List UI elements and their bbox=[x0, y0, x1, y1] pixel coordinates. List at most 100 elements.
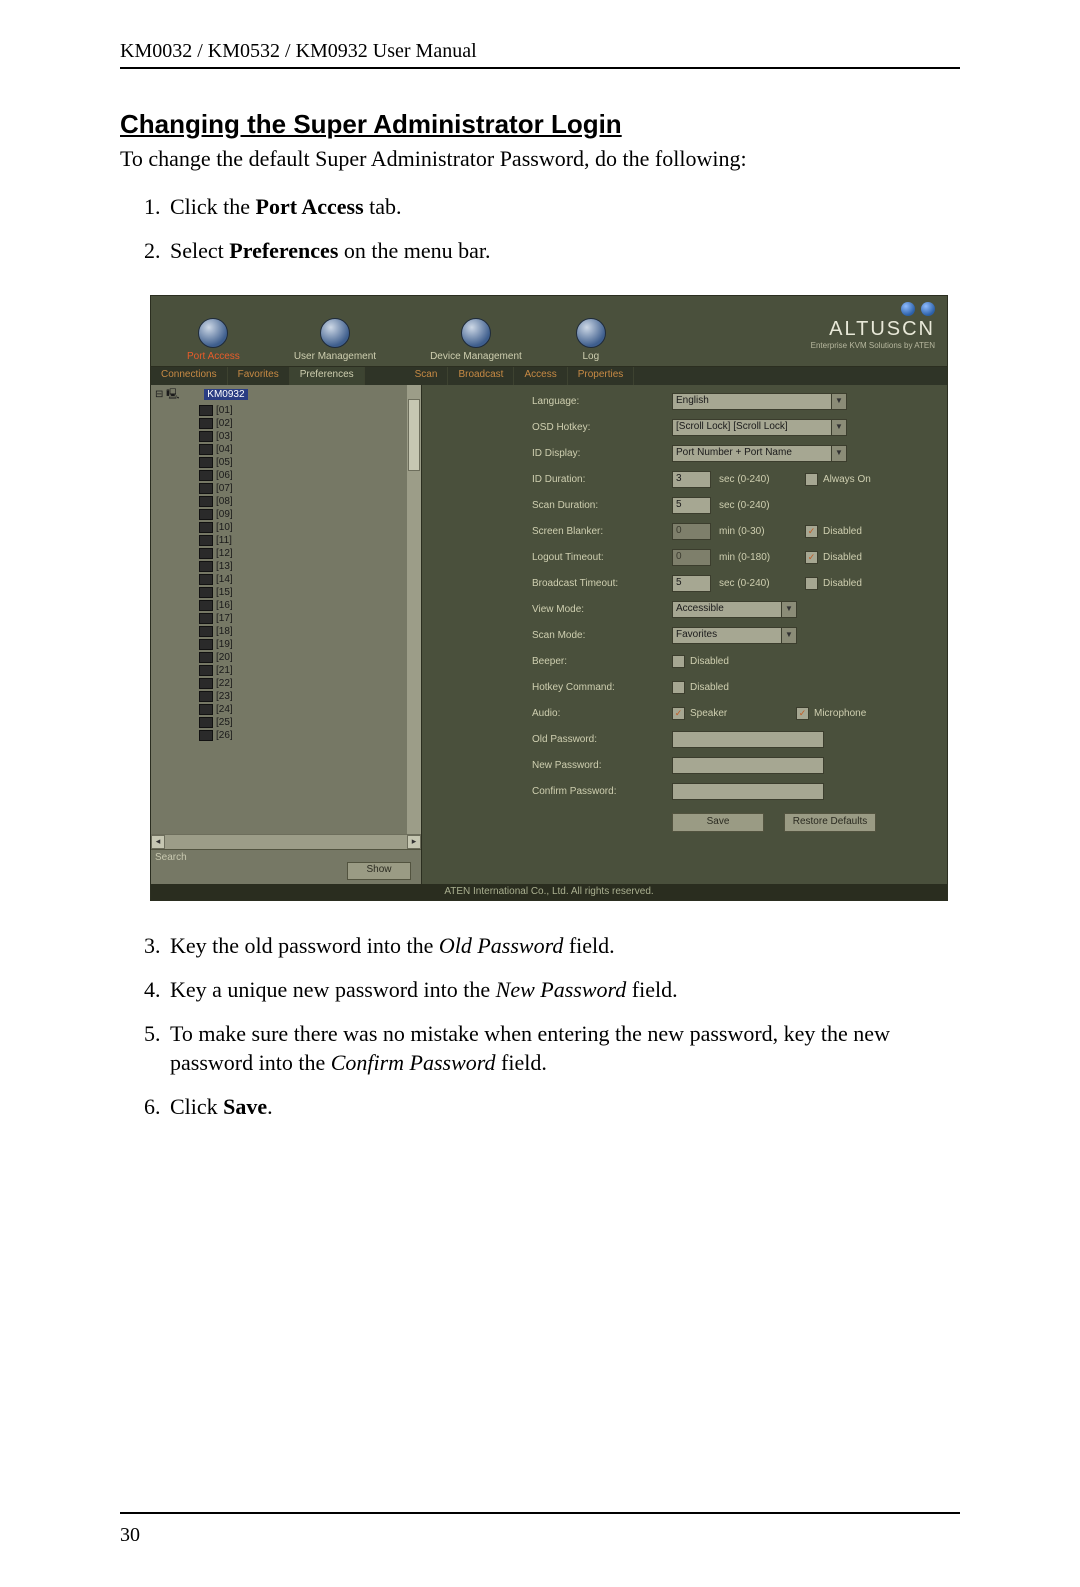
scan-mode-select[interactable]: Favorites▼ bbox=[672, 627, 797, 644]
step-3: Key the old password into the Old Passwo… bbox=[166, 931, 960, 961]
tree-port[interactable]: [24] bbox=[199, 703, 421, 716]
sub-tabs: Connections Favorites Preferences Scan B… bbox=[151, 367, 947, 385]
microphone-checkbox[interactable]: ✓ bbox=[796, 707, 809, 720]
steps-list-top: Click the Port Access tab. Select Prefer… bbox=[120, 192, 960, 265]
port-icon bbox=[199, 535, 213, 546]
tree-port[interactable]: [12] bbox=[199, 547, 421, 560]
port-icon bbox=[199, 470, 213, 481]
tree-port[interactable]: [14] bbox=[199, 573, 421, 586]
scroll-right-icon[interactable]: ▸ bbox=[407, 835, 421, 849]
port-icon bbox=[199, 626, 213, 637]
old-password-input[interactable] bbox=[672, 731, 824, 748]
search-label: Search bbox=[155, 852, 187, 863]
tree-port[interactable]: [17] bbox=[199, 612, 421, 625]
tree-port[interactable]: [20] bbox=[199, 651, 421, 664]
id-display-select[interactable]: Port Number + Port Name▼ bbox=[672, 445, 847, 462]
tree-hscroll[interactable]: ◂ ▸ bbox=[151, 834, 421, 849]
confirm-password-input[interactable] bbox=[672, 783, 824, 800]
port-icon bbox=[199, 431, 213, 442]
logout-disabled-checkbox[interactable]: ✓ bbox=[805, 551, 818, 564]
tree-port[interactable]: [21] bbox=[199, 664, 421, 677]
nav-user-mgmt[interactable]: User Management bbox=[294, 318, 376, 362]
port-icon bbox=[199, 418, 213, 429]
tab-preferences[interactable]: Preferences bbox=[290, 367, 365, 385]
step-6: Click Save. bbox=[166, 1092, 960, 1122]
tab-connections[interactable]: Connections bbox=[151, 367, 228, 385]
port-icon bbox=[199, 444, 213, 455]
scan-duration-input[interactable]: 5 bbox=[672, 497, 711, 514]
tree-port[interactable]: [23] bbox=[199, 690, 421, 703]
port-icon bbox=[199, 704, 213, 715]
hotkey-cmd-checkbox[interactable] bbox=[672, 681, 685, 694]
restore-defaults-button[interactable]: Restore Defaults bbox=[784, 813, 876, 832]
port-icon bbox=[199, 730, 213, 741]
always-on-checkbox[interactable] bbox=[805, 473, 818, 486]
tree-port[interactable]: [07] bbox=[199, 482, 421, 495]
tree-port[interactable]: [09] bbox=[199, 508, 421, 521]
tree-port[interactable]: [26] bbox=[199, 729, 421, 742]
broadcast-timeout-input[interactable]: 5 bbox=[672, 575, 711, 592]
port-tree[interactable]: ⊟ 🖳 KM0932 [01][02][03][04][05][06][07][… bbox=[151, 385, 421, 834]
tree-port[interactable]: [19] bbox=[199, 638, 421, 651]
tree-port[interactable]: [05] bbox=[199, 456, 421, 469]
tree-port[interactable]: [25] bbox=[199, 716, 421, 729]
tree-port[interactable]: [22] bbox=[199, 677, 421, 690]
nav-port-access[interactable]: Port Access bbox=[187, 318, 240, 362]
tree-port[interactable]: [06] bbox=[199, 469, 421, 482]
id-duration-input[interactable]: 3 bbox=[672, 471, 711, 488]
chevron-down-icon: ▼ bbox=[831, 420, 846, 435]
scroll-left-icon[interactable]: ◂ bbox=[151, 835, 165, 849]
logout-timeout-input[interactable]: 0 bbox=[672, 549, 711, 566]
tree-port[interactable]: [04] bbox=[199, 443, 421, 456]
new-password-input[interactable] bbox=[672, 757, 824, 774]
port-icon bbox=[199, 405, 213, 416]
port-icon bbox=[199, 665, 213, 676]
settings-panel: Language: English▼ OSD Hotkey: [Scroll L… bbox=[422, 385, 947, 884]
port-icon bbox=[199, 613, 213, 624]
tab-favorites[interactable]: Favorites bbox=[228, 367, 290, 385]
tree-root[interactable]: KM0932 bbox=[204, 389, 247, 400]
show-button[interactable]: Show bbox=[347, 862, 411, 880]
tree-port[interactable]: [15] bbox=[199, 586, 421, 599]
help-icon[interactable] bbox=[901, 302, 915, 316]
tab-broadcast[interactable]: Broadcast bbox=[448, 367, 514, 385]
port-icon bbox=[199, 600, 213, 611]
top-bar: Port Access User Management Device Manag… bbox=[151, 296, 947, 367]
tree-port[interactable]: [01] bbox=[199, 404, 421, 417]
screen-blanker-input[interactable]: 0 bbox=[672, 523, 711, 540]
language-select[interactable]: English▼ bbox=[672, 393, 847, 410]
logout-icon[interactable] bbox=[921, 302, 935, 316]
beeper-checkbox[interactable] bbox=[672, 655, 685, 668]
osd-hotkey-select[interactable]: [Scroll Lock] [Scroll Lock]▼ bbox=[672, 419, 847, 436]
tree-port[interactable]: [18] bbox=[199, 625, 421, 638]
tree-port[interactable]: [10] bbox=[199, 521, 421, 534]
port-icon bbox=[199, 574, 213, 585]
top-rule bbox=[120, 67, 960, 69]
tree-port[interactable]: [11] bbox=[199, 534, 421, 547]
tree-port[interactable]: [08] bbox=[199, 495, 421, 508]
bottom-rule bbox=[120, 1512, 960, 1514]
tree-port[interactable]: [16] bbox=[199, 599, 421, 612]
save-button[interactable]: Save bbox=[672, 813, 764, 832]
nav-device-mgmt[interactable]: Device Management bbox=[430, 318, 522, 362]
tab-access[interactable]: Access bbox=[514, 367, 567, 385]
tree-port[interactable]: [13] bbox=[199, 560, 421, 573]
log-icon bbox=[576, 318, 606, 348]
embedded-screenshot: Port Access User Management Device Manag… bbox=[150, 295, 948, 901]
blanker-disabled-checkbox[interactable]: ✓ bbox=[805, 525, 818, 538]
port-icon bbox=[199, 652, 213, 663]
broadcast-disabled-checkbox[interactable] bbox=[805, 577, 818, 590]
step-5: To make sure there was no mistake when e… bbox=[166, 1019, 960, 1078]
view-mode-select[interactable]: Accessible▼ bbox=[672, 601, 797, 618]
port-icon bbox=[199, 548, 213, 559]
section-title: Changing the Super Administrator Login bbox=[120, 109, 960, 140]
tree-scrollbar[interactable] bbox=[407, 385, 421, 834]
port-access-icon bbox=[198, 318, 228, 348]
tree-port[interactable]: [02] bbox=[199, 417, 421, 430]
tab-scan[interactable]: Scan bbox=[405, 367, 449, 385]
speaker-checkbox[interactable]: ✓ bbox=[672, 707, 685, 720]
tree-port[interactable]: [03] bbox=[199, 430, 421, 443]
nav-log[interactable]: Log bbox=[576, 318, 606, 362]
port-icon bbox=[199, 639, 213, 650]
tab-properties[interactable]: Properties bbox=[568, 367, 635, 385]
